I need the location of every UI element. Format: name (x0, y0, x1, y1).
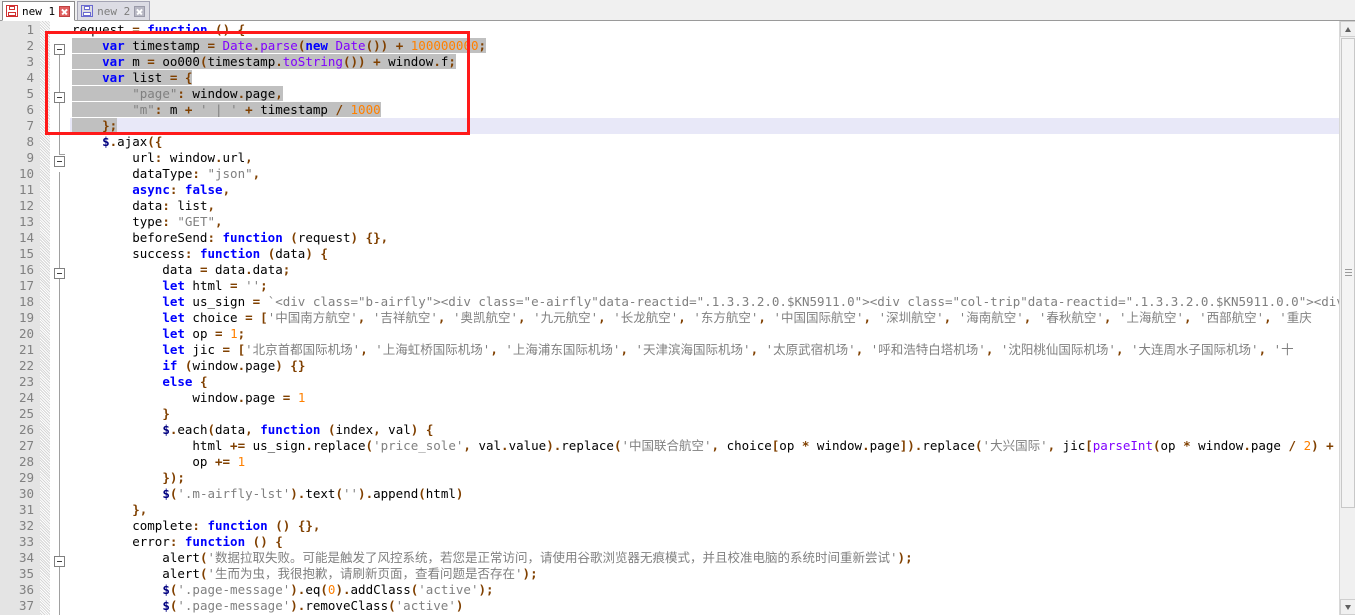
code-line[interactable]: alert('生而为虫，我很抱歉，请刷新页面，查看问题是否存在'); (70, 566, 1339, 582)
line-number: 15 (18, 246, 34, 261)
line-number: 10 (18, 166, 34, 181)
code-line[interactable]: let html = ''; (70, 278, 1339, 294)
line-number: 7 (26, 118, 34, 133)
vertical-scrollbar[interactable] (1339, 21, 1355, 615)
line-number: 17 (18, 278, 34, 293)
fold-toggle-line-8[interactable] (54, 156, 65, 167)
code-line[interactable]: $.ajax({ (70, 134, 1339, 150)
code-line[interactable]: "m": m + ' | ' + timestamp / 1000 (70, 102, 1339, 118)
code-line[interactable]: var m = oo000(timestamp.toString()) + wi… (70, 54, 1339, 70)
tab-new-1[interactable]: new 1 (2, 1, 76, 21)
code-line[interactable]: } (70, 406, 1339, 422)
line-number: 26 (18, 422, 34, 437)
line-number: 22 (18, 358, 34, 373)
code-line[interactable]: let jic = ['北京首都国际机场', '上海虹桥国际机场', '上海浦东… (70, 342, 1339, 358)
code-line[interactable]: success: function (data) { (70, 246, 1339, 262)
line-number: 23 (18, 374, 34, 389)
code-line[interactable]: let choice = ['中国南方航空', '吉祥航空', '奥凯航空', … (70, 310, 1339, 326)
fold-margin[interactable] (50, 21, 70, 615)
code-line[interactable]: data: list, (70, 198, 1339, 214)
line-number: 33 (18, 534, 34, 549)
code-line[interactable]: html += us_sign.replace('price_sole', va… (70, 438, 1339, 454)
line-number: 3 (26, 54, 34, 69)
line-number: 29 (18, 470, 34, 485)
code-line[interactable]: }; (70, 118, 1339, 134)
code-line[interactable]: var timestamp = Date.parse(new Date()) +… (70, 38, 1339, 54)
code-line[interactable]: let us_sign = `<div class="b-airfly"><di… (70, 294, 1339, 310)
line-number: 4 (26, 70, 34, 85)
fold-toggle-line-1[interactable] (54, 44, 65, 55)
line-number: 20 (18, 326, 34, 341)
tab-label: new 1 (22, 4, 56, 18)
line-number: 35 (18, 566, 34, 581)
line-number: 19 (18, 310, 34, 325)
tab-bar: new 1 new 2 (0, 0, 1355, 21)
editor-pane: 1 2 3 4 5 6 7 8 9 10 11 12 13 14 15 16 17 18 19 20 21 22 23 24 2… (0, 21, 1355, 615)
code-line[interactable]: else { (70, 374, 1339, 390)
code-line[interactable]: beforeSend: function (request) {}, (70, 230, 1339, 246)
bookmark-margin[interactable] (40, 21, 50, 615)
code-line[interactable]: $('.page-message').eq(0).addClass('activ… (70, 582, 1339, 598)
line-number: 21 (18, 342, 34, 357)
tab-new-2[interactable]: new 2 (77, 1, 151, 20)
fold-toggle-line-15[interactable] (54, 268, 65, 279)
code-line[interactable]: window.page = 1 (70, 390, 1339, 406)
line-number: 31 (18, 502, 34, 517)
code-area[interactable]: 1 2 3 4 5 6 7 8 9 10 11 12 13 14 15 16 17 18 19 20 21 22 23 24 2… (0, 21, 1339, 615)
line-number: 14 (18, 230, 34, 245)
code-line[interactable]: $('.page-message').removeClass('active') (70, 598, 1339, 614)
line-number: 28 (18, 454, 34, 469)
line-number: 36 (18, 582, 34, 597)
code-line[interactable]: error: function () { (70, 534, 1339, 550)
scrollbar-thumb[interactable] (1341, 38, 1355, 508)
code-line[interactable]: }, (70, 502, 1339, 518)
line-number: 30 (18, 486, 34, 501)
code-line[interactable]: $.each(data, function (index, val) { (70, 422, 1339, 438)
code-line[interactable]: if (window.page) {} (70, 358, 1339, 374)
code-text[interactable]: request = function () { var timestamp = … (70, 21, 1339, 615)
code-line[interactable]: async: false, (70, 182, 1339, 198)
code-line[interactable]: }); (70, 470, 1339, 486)
close-icon[interactable] (59, 5, 71, 17)
code-line[interactable]: url: window.url, (70, 150, 1339, 166)
floppy-disk-icon (6, 5, 18, 17)
line-number: 1 (26, 22, 34, 37)
line-number: 34 (18, 550, 34, 565)
code-line[interactable]: data = data.data; (70, 262, 1339, 278)
line-number: 16 (18, 262, 34, 277)
line-number: 27 (18, 438, 34, 453)
line-number: 18 (18, 294, 34, 309)
line-number: 2 (26, 38, 34, 53)
fold-toggle-line-33[interactable] (54, 556, 65, 567)
floppy-disk-icon (81, 5, 94, 17)
code-line[interactable]: alert('数据拉取失败。可能是触发了风控系统，若您是正常访问，请使用谷歌浏览… (70, 550, 1339, 566)
fold-toggle-line-4[interactable] (54, 92, 65, 103)
scroll-up-icon[interactable] (1340, 21, 1355, 37)
line-number: 9 (26, 150, 34, 165)
tab-label: new 2 (97, 4, 131, 18)
line-number: 25 (18, 406, 34, 421)
line-number: 13 (18, 214, 34, 229)
scroll-down-icon[interactable] (1340, 599, 1355, 615)
line-number: 6 (26, 102, 34, 117)
line-number: 12 (18, 198, 34, 213)
line-number: 32 (18, 518, 34, 533)
code-line[interactable]: $('.m-airfly-lst').text('').append(html) (70, 486, 1339, 502)
line-number: 11 (18, 182, 34, 197)
line-number: 5 (26, 86, 34, 101)
code-line[interactable]: request = function () { (70, 22, 1339, 38)
code-line[interactable]: type: "GET", (70, 214, 1339, 230)
code-line[interactable]: let op = 1; (70, 326, 1339, 342)
line-number: 37 (18, 598, 34, 613)
line-number: 8 (26, 134, 34, 149)
line-number-gutter: 1 2 3 4 5 6 7 8 9 10 11 12 13 14 15 16 17 18 19 20 21 22 23 24 2… (0, 21, 40, 615)
code-line[interactable]: var list = { (70, 70, 1339, 86)
code-line[interactable]: op += 1 (70, 454, 1339, 470)
code-line[interactable]: "page": window.page, (70, 86, 1339, 102)
code-line[interactable]: complete: function () {}, (70, 518, 1339, 534)
line-number: 24 (18, 390, 34, 405)
code-line[interactable]: dataType: "json", (70, 166, 1339, 182)
close-icon[interactable] (134, 5, 146, 17)
